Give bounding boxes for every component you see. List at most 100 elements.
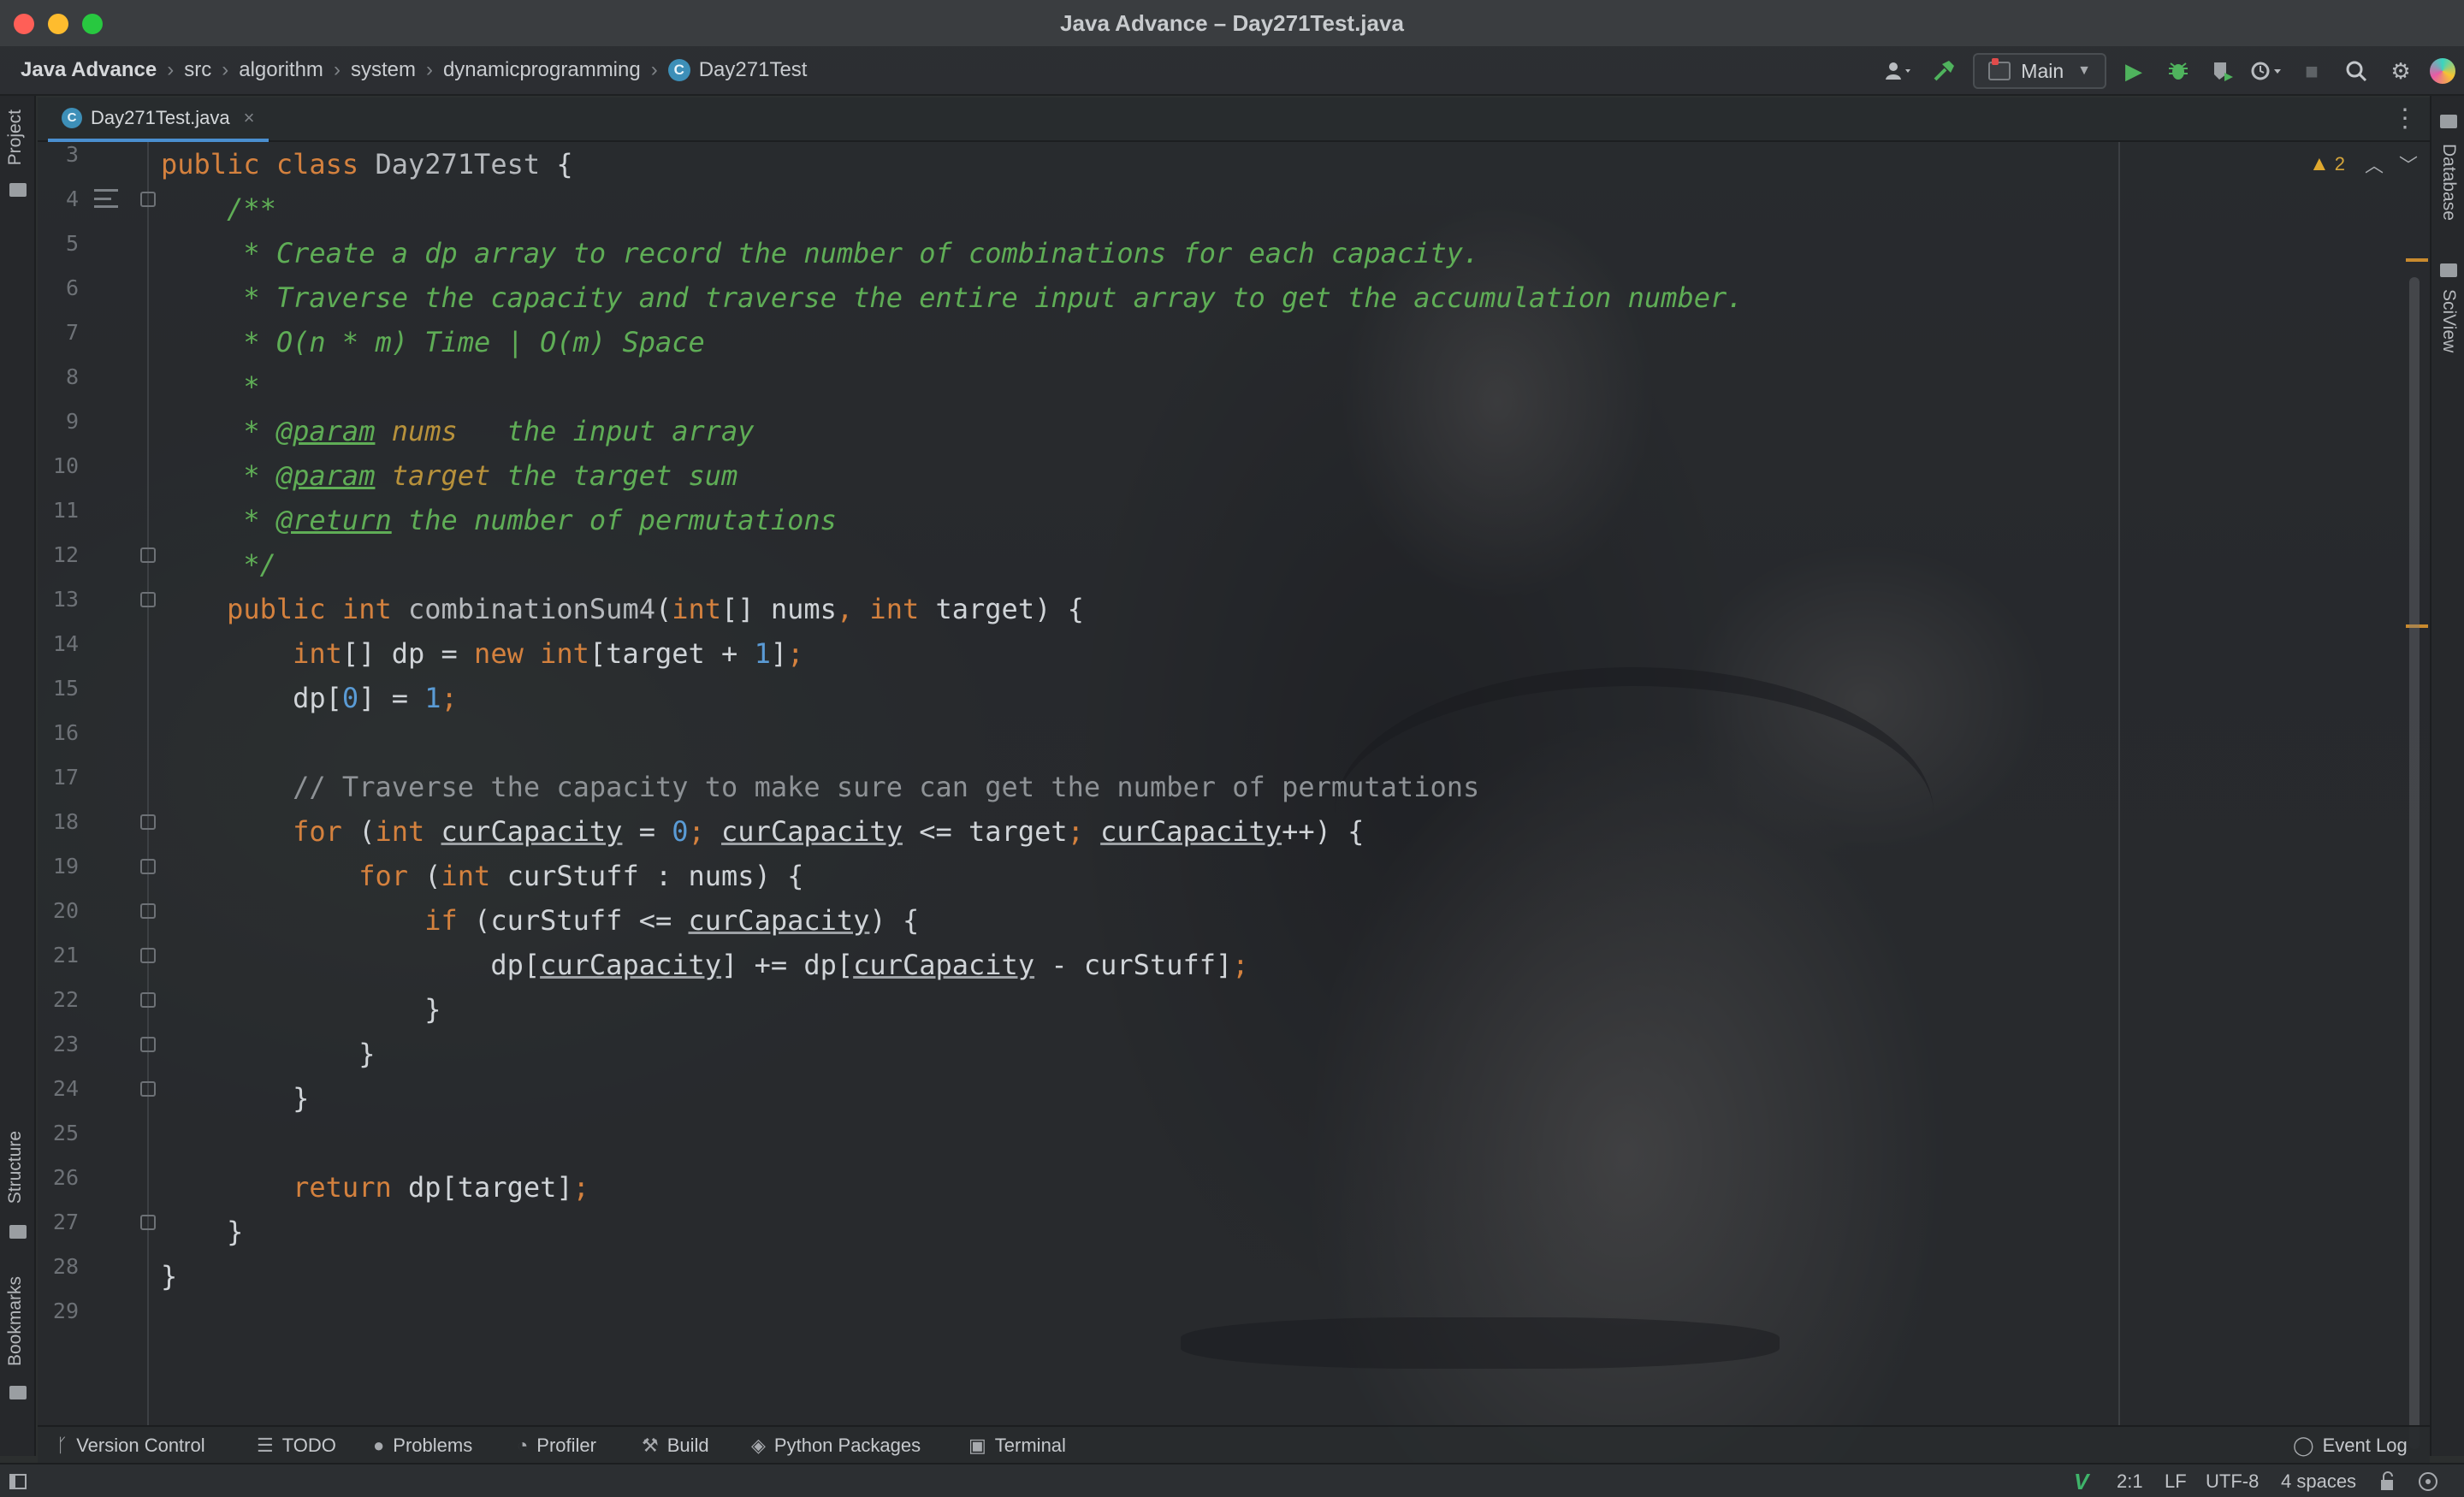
project-tool-button[interactable]: Project [5, 109, 26, 165]
code-line: } [161, 1254, 177, 1299]
tab-day271test[interactable]: C Day271Test.java × [48, 98, 269, 142]
chevron-right-icon: › [650, 58, 658, 81]
code-line: /** [161, 186, 276, 231]
version-control-button[interactable]: ᚴ Version Control [56, 1427, 205, 1464]
keyword: return [293, 1171, 392, 1204]
line-ending-selector[interactable]: LF [2165, 1464, 2187, 1497]
debug-icon[interactable] [2161, 53, 2195, 89]
breadcrumb-algorithm[interactable]: algorithm [239, 58, 323, 82]
search-icon[interactable] [2339, 53, 2373, 89]
semicolon: ; [572, 1171, 589, 1204]
chevron-up-icon[interactable]: ︿ [2365, 151, 2384, 178]
brace: } [161, 1260, 178, 1293]
fold-icon[interactable] [140, 1215, 156, 1230]
bookmarks-tool-button[interactable]: Bookmarks [5, 1276, 26, 1366]
warning-stripe-marker[interactable] [2406, 258, 2428, 262]
brace: } [293, 1082, 310, 1115]
line-number: 26 [52, 1165, 79, 1190]
number-literal: 1 [754, 637, 771, 670]
code-line: public int combinationSum4(int[] nums, i… [161, 587, 1084, 631]
sciview-icon [2440, 263, 2457, 277]
fold-icon[interactable] [140, 992, 156, 1008]
inspection-widget[interactable]: ▲ 2 [2309, 152, 2345, 176]
code-line: * Create a dp array to record the number… [161, 231, 1479, 275]
code-text: ( [654, 593, 672, 625]
settings-icon[interactable]: ⚙ [2384, 53, 2418, 89]
vertical-scrollbar[interactable] [2409, 277, 2420, 1449]
vim-icon[interactable]: V [2074, 1464, 2088, 1497]
fold-icon[interactable] [140, 859, 156, 874]
sciview-tool-button[interactable]: SciView [2438, 289, 2459, 352]
comment: * [227, 415, 276, 447]
breadcrumb-class-label: Day271Test [698, 58, 808, 81]
semicolon: ; [1232, 949, 1249, 981]
profiler-button[interactable]: ◔ Profiler [517, 1427, 596, 1464]
build-button[interactable]: ⚒ Build [642, 1427, 709, 1464]
line-number: 16 [52, 720, 79, 745]
run-configuration-select[interactable]: Main ▼ [1973, 53, 2106, 89]
problems-button[interactable]: ● Problems [373, 1427, 472, 1464]
python-packages-button[interactable]: ◈ Python Packages [751, 1427, 921, 1464]
keyword: int [441, 860, 491, 892]
code-line: */ [161, 542, 276, 587]
comment: * Traverse the capacity and traverse the… [227, 281, 1744, 314]
keyword: int [869, 593, 920, 625]
code-line: public class Day271Test { [161, 142, 573, 186]
info-icon: ● [373, 1435, 385, 1456]
more-vertical-icon[interactable]: ⋮ [2392, 106, 2418, 132]
line-number: 23 [52, 1032, 79, 1056]
fold-icon[interactable] [140, 592, 156, 607]
doc-tag: @return [275, 504, 392, 536]
user-icon[interactable] [1882, 53, 1916, 89]
structure-tool-button[interactable]: Structure [5, 1131, 26, 1204]
number-literal: 0 [341, 682, 359, 714]
todo-button[interactable]: ☰ TODO [257, 1427, 336, 1464]
comma: , [836, 593, 854, 625]
code-area[interactable]: public class Day271Test { /** * Create a… [161, 142, 2430, 1425]
semicolon: ; [688, 815, 705, 848]
fold-icon[interactable] [140, 948, 156, 963]
breadcrumb-src[interactable]: src [184, 58, 211, 82]
rendered-doc-icon[interactable] [94, 189, 118, 208]
code-line: for (int curStuff : nums) { [161, 854, 803, 898]
fold-icon[interactable] [140, 814, 156, 830]
hammer-icon: ⚒ [642, 1435, 659, 1456]
coverage-icon[interactable] [2206, 53, 2240, 89]
code-text: ] [770, 637, 788, 670]
run-icon[interactable]: ▶ [2117, 53, 2151, 89]
fold-icon[interactable] [140, 192, 156, 207]
lock-icon[interactable] [2378, 1464, 2397, 1497]
variable: curCapacity [721, 815, 903, 848]
indent-selector[interactable]: 4 spaces [2281, 1464, 2356, 1497]
code-text: ] = [358, 682, 425, 714]
breadcrumb-class[interactable]: C Day271Test [667, 58, 808, 82]
stop-icon[interactable]: ■ [2295, 53, 2329, 89]
code-line: * @param target the target sum [161, 453, 737, 498]
code-editor[interactable]: 3 4 5 6 7 8 9 10 11 12 13 14 15 16 17 18… [38, 142, 2430, 1449]
fold-icon[interactable] [140, 903, 156, 919]
tool-windows-toggle-icon[interactable] [9, 1464, 29, 1497]
code-line: * [161, 364, 259, 409]
profile-icon[interactable] [2250, 53, 2284, 89]
notifications-icon[interactable] [2418, 1464, 2442, 1497]
database-tool-button[interactable]: Database [2438, 144, 2459, 221]
breadcrumb: Java Advance › src › algorithm › system … [21, 58, 807, 82]
caret-position[interactable]: 2:1 [2117, 1464, 2143, 1497]
ai-assistant-icon[interactable] [2430, 58, 2455, 84]
run-configuration-label: Main [2021, 59, 2064, 82]
event-log-button[interactable]: ◯ Event Log [2293, 1427, 2408, 1464]
tool-window-bar: ᚴ Version Control ☰ TODO ● Problems ◔ Pr… [38, 1425, 2430, 1463]
breadcrumb-dynamicprogramming[interactable]: dynamicprogramming [443, 58, 641, 82]
line-number: 7 [65, 320, 79, 345]
fold-icon[interactable] [140, 1037, 156, 1052]
close-icon[interactable]: × [244, 107, 255, 129]
terminal-button[interactable]: ▣ Terminal [968, 1427, 1066, 1464]
status-bar: V 2:1 LF UTF-8 4 spaces [0, 1463, 2464, 1497]
breadcrumb-project[interactable]: Java Advance [21, 58, 157, 82]
fold-icon[interactable] [140, 547, 156, 563]
encoding-selector[interactable]: UTF-8 [2206, 1464, 2259, 1497]
build-hammer-icon[interactable] [1927, 53, 1961, 89]
breadcrumb-system[interactable]: system [351, 58, 416, 82]
fold-icon[interactable] [140, 1081, 156, 1097]
chevron-down-icon[interactable]: ﹀ [2399, 151, 2418, 178]
